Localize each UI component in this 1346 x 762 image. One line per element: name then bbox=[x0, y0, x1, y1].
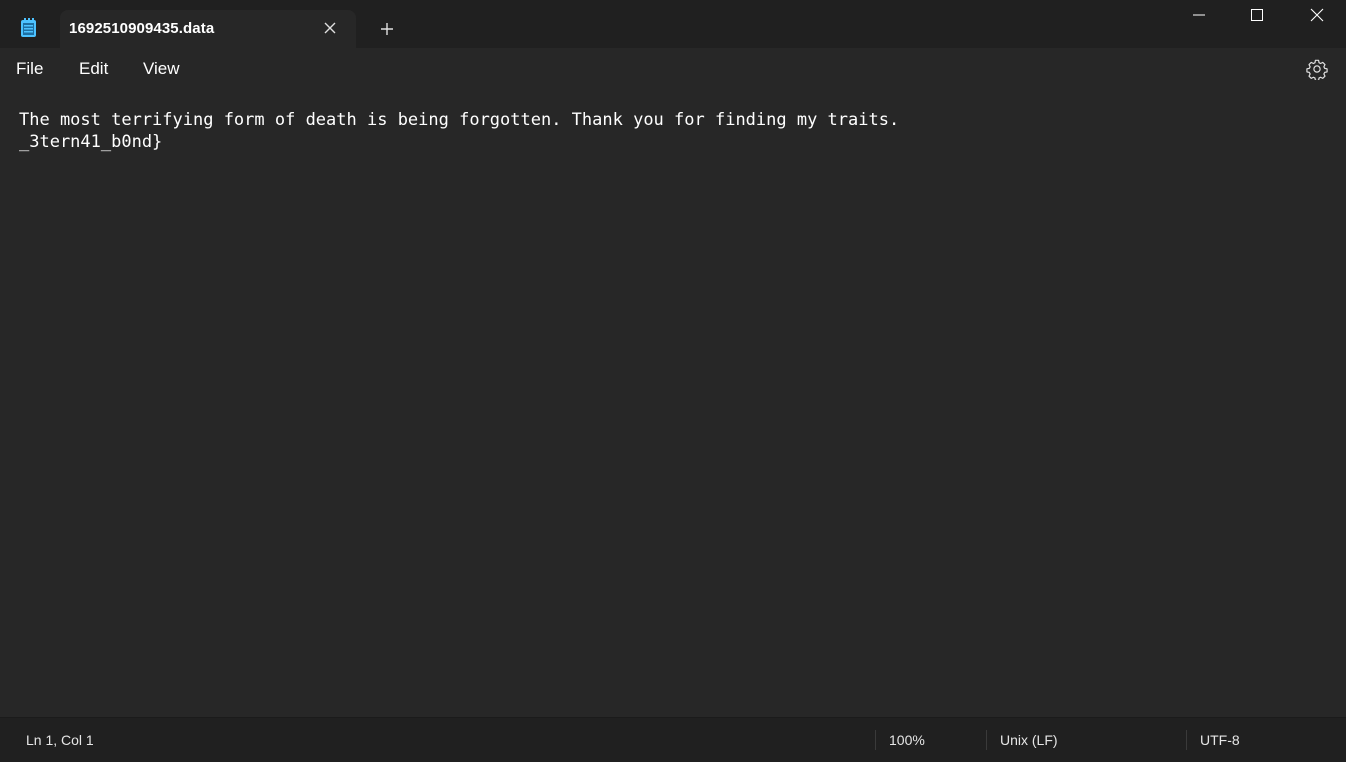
menu-file[interactable]: File bbox=[16, 59, 43, 79]
status-divider bbox=[1186, 730, 1187, 750]
notepad-window: 1692510909435.data File Edit View The mo… bbox=[0, 0, 1346, 762]
menu-edit[interactable]: Edit bbox=[79, 59, 108, 79]
menu-bar: File Edit View bbox=[0, 48, 1346, 90]
status-divider bbox=[986, 730, 987, 750]
plus-icon[interactable] bbox=[378, 20, 396, 38]
tab-file[interactable]: 1692510909435.data bbox=[60, 10, 356, 48]
minimize-button[interactable] bbox=[1170, 0, 1228, 32]
editor-line: The most terrifying form of death is bei… bbox=[19, 110, 900, 130]
title-bar: 1692510909435.data bbox=[0, 0, 1346, 48]
menu-view[interactable]: View bbox=[143, 59, 180, 79]
close-icon[interactable] bbox=[322, 20, 338, 36]
maximize-button[interactable] bbox=[1228, 0, 1286, 32]
editor-content[interactable]: The most terrifying form of death is bei… bbox=[19, 109, 899, 153]
minimize-icon bbox=[1193, 14, 1205, 16]
gear-icon[interactable] bbox=[1306, 58, 1328, 82]
window-close-button[interactable] bbox=[1288, 0, 1346, 32]
editor-line: _3tern41_b0nd} bbox=[19, 132, 163, 152]
line-ending[interactable]: Unix (LF) bbox=[1000, 732, 1058, 748]
status-bar: Ln 1, Col 1 100% Unix (LF) UTF-8 bbox=[0, 717, 1346, 762]
maximize-icon bbox=[1251, 9, 1263, 21]
encoding[interactable]: UTF-8 bbox=[1200, 732, 1240, 748]
status-divider bbox=[875, 730, 876, 750]
text-editor[interactable]: The most terrifying form of death is bei… bbox=[0, 90, 1346, 717]
notepad-icon bbox=[20, 18, 37, 38]
tab-title: 1692510909435.data bbox=[69, 20, 215, 37]
cursor-position: Ln 1, Col 1 bbox=[26, 732, 94, 748]
close-icon bbox=[1310, 8, 1324, 22]
zoom-level[interactable]: 100% bbox=[889, 732, 925, 748]
